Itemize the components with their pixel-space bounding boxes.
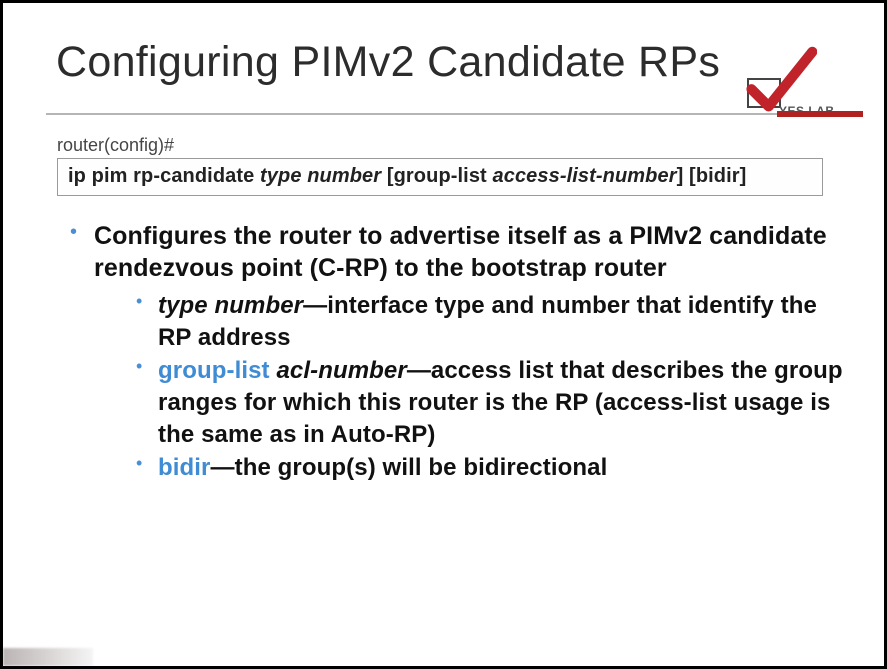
main-list: Configures the router to advertise itsel…	[64, 220, 847, 484]
divider	[0, 111, 887, 117]
main-bullet-text: Configures the router to advertise itsel…	[94, 222, 827, 282]
sub3-rest: —the group(s) will be bidirectional	[211, 454, 608, 481]
title-area: Configuring PIMv2 Candidate RPs YES LAB	[0, 0, 887, 87]
cmd-arg-acl-number: access-list-number	[493, 165, 677, 187]
arg-acl-number: acl-number	[276, 357, 406, 384]
keyword-group-list: group-list	[158, 357, 270, 384]
cmd-base: ip pim rp-candidate	[68, 165, 254, 187]
keyword-bidir: bidir	[158, 454, 211, 481]
main-bullet: Configures the router to advertise itsel…	[64, 220, 847, 484]
content-area: Configures the router to advertise itsel…	[0, 220, 887, 484]
command-box: ip pim rp-candidate type number [group-l…	[57, 158, 823, 196]
prompt-label: router(config)#	[57, 135, 887, 156]
footer-artifact	[3, 648, 93, 666]
sub-bullet-group-list: group-list acl-number—access list that d…	[134, 355, 847, 450]
cmd-arg-type-number: type number	[260, 165, 381, 187]
bracket-open-1: [	[387, 165, 394, 187]
bracket-close-2: ]	[740, 165, 747, 187]
sub-bullet-bidir: bidir—the group(s) will be bidirectional	[134, 452, 847, 484]
sub-list: type number—interface type and number th…	[134, 290, 847, 484]
bracket-close-1: ]	[677, 165, 684, 187]
bracket-open-2: [	[689, 165, 696, 187]
slide: Configuring PIMv2 Candidate RPs YES LAB …	[0, 0, 887, 669]
sub-bullet-type-number: type number—interface type and number th…	[134, 290, 847, 353]
cmd-kw-group-list: group-list	[394, 165, 487, 187]
cmd-kw-bidir: bidir	[696, 165, 740, 187]
arg-type-number: type number	[158, 292, 303, 319]
